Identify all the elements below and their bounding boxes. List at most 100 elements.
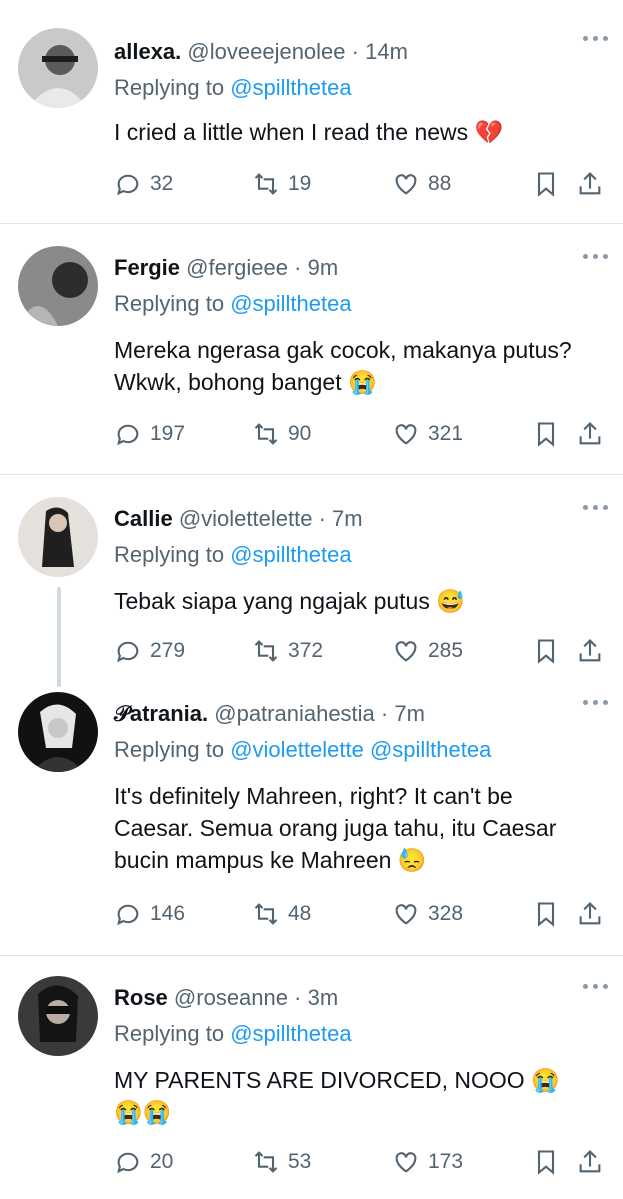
like-button[interactable]: 321 (392, 420, 463, 448)
reply-button[interactable]: 32 (114, 170, 173, 198)
like-count: 321 (428, 422, 464, 445)
share-icon (579, 172, 601, 195)
reply-count: 279 (150, 639, 186, 662)
tweet-fergie[interactable]: Fergie @fergieee · 9m Replying to @spill… (0, 246, 623, 474)
bookmark-button[interactable] (532, 637, 568, 665)
share-button[interactable] (576, 420, 612, 448)
share-button[interactable] (576, 1148, 612, 1176)
share-icon (579, 422, 601, 445)
more-dots-icon[interactable] (583, 36, 609, 46)
reply-button[interactable]: 146 (114, 900, 185, 928)
retweet-button[interactable]: 53 (252, 1148, 311, 1176)
user-handle[interactable]: @violettelette (179, 506, 313, 531)
display-name[interactable]: Rose (114, 985, 168, 1010)
bookmark-button[interactable] (532, 420, 568, 448)
avatar[interactable] (18, 28, 98, 108)
tweet-rose[interactable]: Rose @roseanne · 3m Replying to @spillth… (0, 976, 623, 1198)
more-dots-icon[interactable] (583, 700, 609, 710)
separator-dot: · (294, 255, 302, 280)
action-bar: 20 53 173 (114, 1148, 614, 1178)
tweet-text: Mereka ngerasa gak cocok, makanya putus?… (114, 337, 572, 395)
tweet-allexa[interactable]: allexa. @loveeejenolee · 14m Replying to… (0, 28, 623, 224)
speech-bubble-icon (117, 1152, 139, 1174)
tweet-text: It's definitely Mahreen, right? It can't… (114, 783, 557, 873)
retweet-icon (254, 903, 278, 925)
tweet-header: allexa. @loveeejenolee · 14m (114, 38, 408, 66)
tweet-callie[interactable]: Callie @violettelette · 7m Replying to @… (0, 497, 623, 687)
mention-link[interactable]: @spillthetea (230, 75, 351, 100)
user-handle[interactable]: @roseanne (174, 985, 288, 1010)
more-dots-icon[interactable] (583, 984, 609, 994)
display-name[interactable]: 𝒫atrania. (114, 701, 208, 726)
like-count: 173 (428, 1150, 464, 1173)
tweet-text: I cried a little when I read the news 💔 (114, 119, 504, 145)
retweet-icon (254, 640, 278, 662)
reply-button[interactable]: 197 (114, 420, 185, 448)
action-bar: 146 48 328 (114, 900, 614, 930)
mention-link[interactable]: @spillthetea (230, 291, 351, 316)
share-button[interactable] (576, 900, 612, 928)
display-name[interactable]: allexa. (114, 39, 181, 64)
retweet-count: 53 (288, 1150, 312, 1173)
bookmark-icon (537, 902, 555, 927)
avatar[interactable] (18, 692, 98, 772)
like-count: 328 (428, 902, 464, 925)
action-bar: 279 372 285 (114, 637, 614, 667)
reply-button[interactable]: 279 (114, 637, 185, 665)
bookmark-button[interactable] (532, 1148, 568, 1176)
share-button[interactable] (576, 637, 612, 665)
avatar[interactable] (18, 976, 98, 1056)
replying-to-label: Replying to (114, 1021, 225, 1046)
speech-bubble-icon (117, 904, 139, 926)
like-button[interactable]: 328 (392, 900, 463, 928)
retweet-count: 19 (288, 172, 312, 195)
separator-dot: · (351, 39, 359, 64)
retweet-count: 48 (288, 902, 312, 925)
replying-to: Replying to @violettelette @spillthetea (114, 736, 491, 764)
retweet-button[interactable]: 90 (252, 420, 311, 448)
separator-dot: · (318, 506, 326, 531)
like-button[interactable]: 88 (392, 170, 451, 198)
reply-button[interactable]: 20 (114, 1148, 173, 1176)
bookmark-icon (537, 172, 555, 197)
display-name[interactable]: Fergie (114, 255, 180, 280)
avatar[interactable] (18, 246, 98, 326)
retweet-button[interactable]: 48 (252, 900, 311, 928)
retweet-button[interactable]: 372 (252, 637, 323, 665)
timestamp[interactable]: 14m (365, 39, 408, 64)
like-button[interactable]: 173 (392, 1148, 463, 1176)
share-button[interactable] (576, 170, 612, 198)
user-handle[interactable]: @fergieee (186, 255, 288, 280)
mention-link[interactable]: @spillthetea (230, 542, 351, 567)
bookmark-button[interactable] (532, 900, 568, 928)
heart-icon (395, 641, 417, 662)
timestamp[interactable]: 9m (308, 255, 339, 280)
replying-to: Replying to @spillthetea (114, 74, 352, 102)
more-dots-icon[interactable] (583, 254, 609, 264)
retweet-icon (254, 173, 278, 195)
retweet-button[interactable]: 19 (252, 170, 311, 198)
bookmark-icon (537, 639, 555, 664)
action-bar: 197 90 321 (114, 420, 614, 450)
retweet-icon (254, 423, 278, 445)
timestamp[interactable]: 7m (332, 506, 363, 531)
separator-dot: · (294, 985, 302, 1010)
mention-link[interactable]: @spillthetea (230, 1021, 351, 1046)
tweet-text: MY PARENTS ARE DIVORCED, NOOO 😭 😭😭 (114, 1067, 560, 1125)
display-name[interactable]: Callie (114, 506, 173, 531)
tweet-text: Tebak siapa yang ngajak putus 😅 (114, 588, 465, 614)
bookmark-button[interactable] (532, 170, 568, 198)
mention-link[interactable]: @violettelette @spillthetea (230, 737, 491, 762)
user-handle[interactable]: @loveeejenolee (187, 39, 345, 64)
avatar[interactable] (18, 497, 98, 577)
like-button[interactable]: 285 (392, 637, 463, 665)
heart-icon (395, 424, 417, 445)
more-dots-icon[interactable] (583, 505, 609, 515)
reply-count: 20 (150, 1150, 174, 1173)
timestamp[interactable]: 3m (308, 985, 339, 1010)
heart-icon (395, 174, 417, 195)
user-handle[interactable]: @patraniahestia (214, 701, 375, 726)
tweet-patrania[interactable]: 𝒫atrania. @patraniahestia · 7m Replying … (0, 692, 623, 954)
timestamp[interactable]: 7m (394, 701, 425, 726)
bookmark-icon (537, 422, 555, 447)
